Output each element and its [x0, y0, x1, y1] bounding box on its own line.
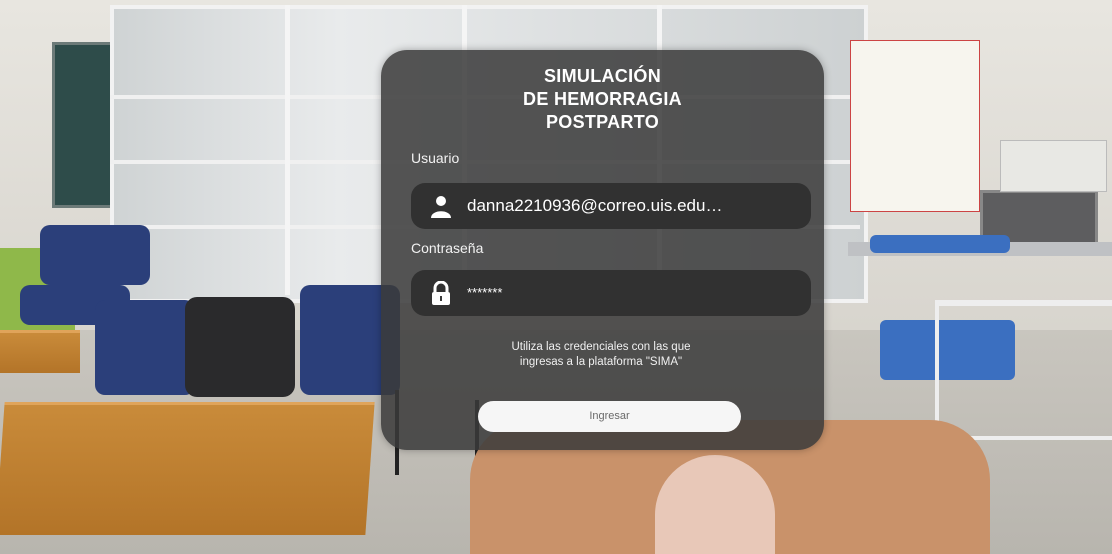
password-label: Contraseña — [411, 240, 484, 256]
flowchart-poster — [850, 40, 980, 212]
password-value: ******* — [467, 285, 503, 300]
credentials-hint: Utiliza las credenciales con las que ing… — [441, 340, 761, 370]
user-icon — [431, 196, 451, 218]
wooden-table — [0, 402, 375, 535]
title-line: DE HEMORRAGIA — [523, 89, 682, 109]
wooden-table — [0, 330, 80, 373]
chair — [40, 225, 150, 285]
username-field[interactable]: danna2210936@correo.uis.edu… — [411, 183, 811, 229]
username-label: Usuario — [411, 150, 460, 166]
title-line: SIMULACIÓN — [544, 66, 661, 86]
storage-box — [1000, 140, 1107, 192]
login-panel: SIMULACIÓN DE HEMORRAGIA POSTPARTO Usuar… — [381, 50, 824, 450]
app-title: SIMULACIÓN DE HEMORRAGIA POSTPARTO — [381, 65, 824, 134]
cabinet-divider — [285, 5, 290, 295]
login-button[interactable]: Ingresar — [478, 401, 741, 432]
blue-cloth — [870, 235, 1010, 253]
hint-line: ingresas a la plataforma "SIMA" — [519, 356, 683, 368]
hint-line: Utiliza las credenciales con las que — [511, 341, 691, 353]
password-field[interactable]: ******* — [411, 270, 811, 316]
title-line: POSTPARTO — [545, 112, 660, 132]
chair — [185, 297, 295, 397]
lock-icon — [432, 281, 450, 305]
medical-cart — [935, 300, 1112, 440]
username-value: danna2210936@correo.uis.edu… — [467, 196, 723, 215]
chair — [95, 300, 195, 395]
